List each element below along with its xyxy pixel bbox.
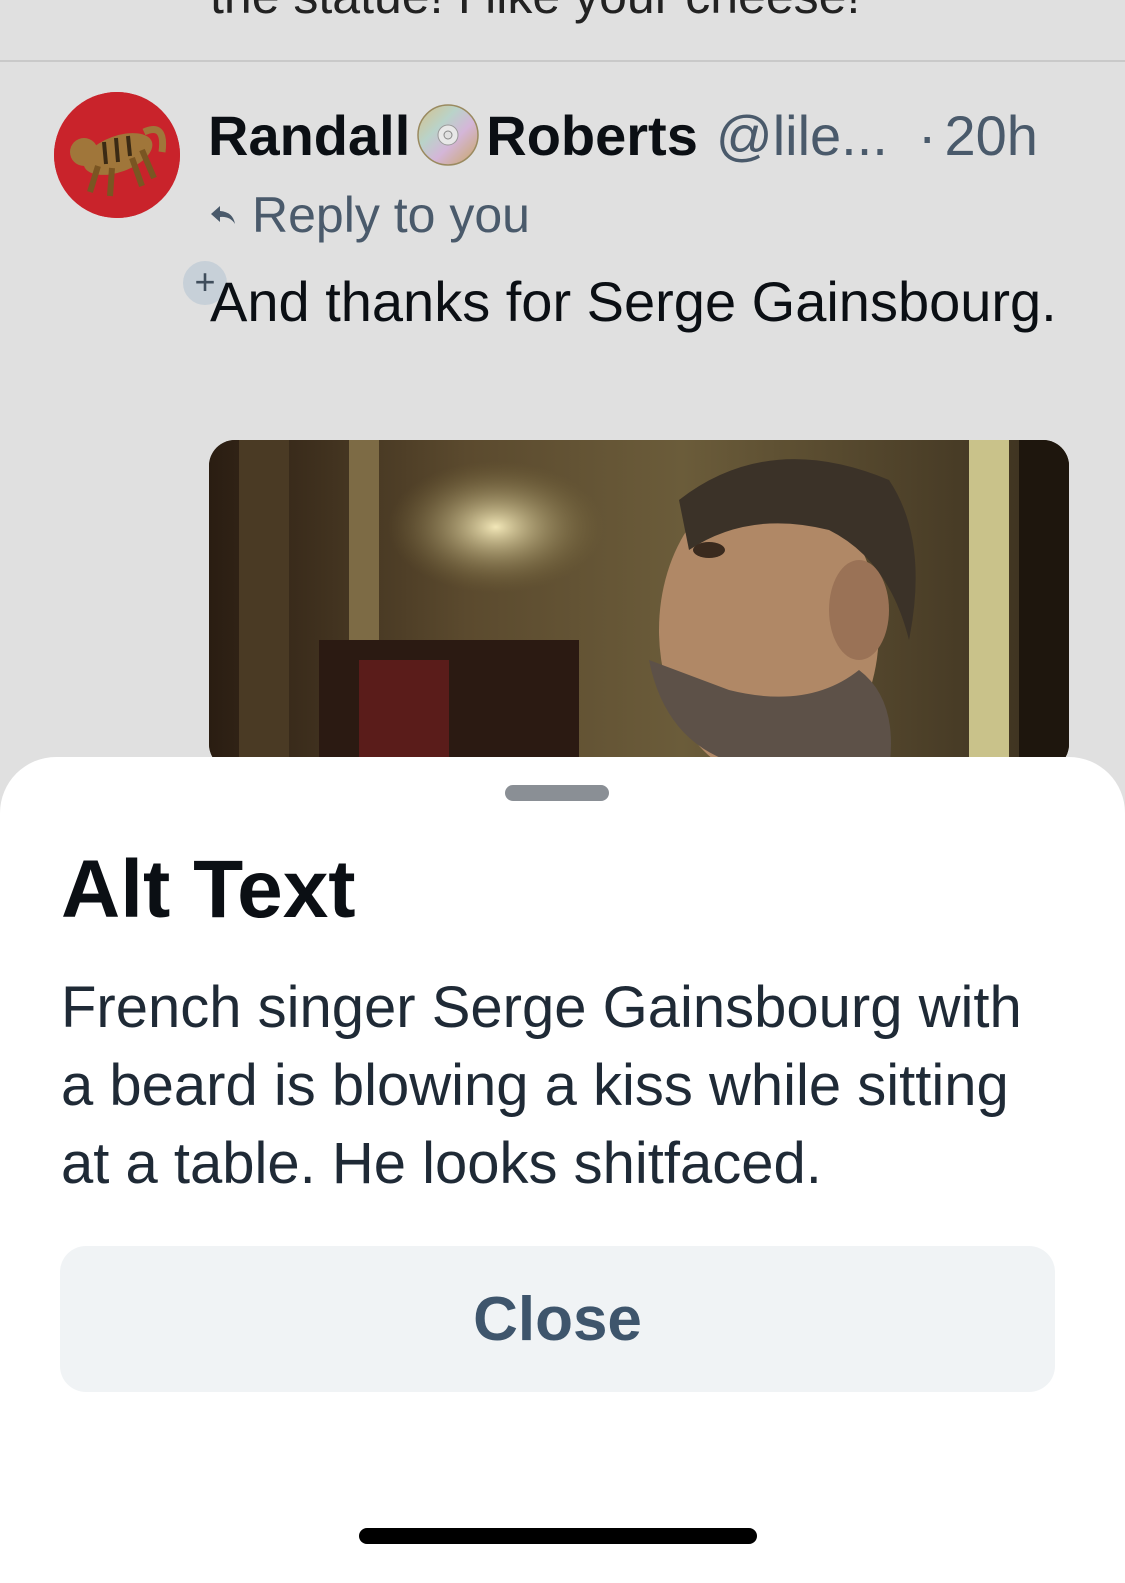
cd-disc-icon	[416, 103, 480, 167]
avatar[interactable]: +	[54, 92, 230, 308]
home-indicator[interactable]	[359, 1528, 757, 1544]
sheet-drag-handle[interactable]	[505, 785, 609, 801]
previous-post-text: the statue! I like your cheese!	[210, 0, 1110, 26]
close-button[interactable]: Close	[60, 1246, 1055, 1392]
alt-text-sheet: Alt Text French singer Serge Gainsbourg …	[0, 757, 1125, 1583]
alt-text-description: French singer Serge Gainsbourg with a be…	[61, 975, 1022, 1196]
separator-dot: ·	[917, 103, 937, 167]
post-text: And thanks for Serge Gainsbourg.	[210, 270, 1057, 333]
reply-label: Reply to you	[252, 187, 530, 243]
reply-indicator: Reply to you	[208, 183, 530, 247]
post-timestamp: 20h	[944, 103, 1038, 167]
tabby-cat-avatar-icon	[54, 92, 180, 218]
display-name-first[interactable]: Randall	[208, 103, 410, 168]
reply-arrow-icon	[211, 206, 235, 224]
post-header: Randall Roberts @lile... · 20h	[208, 100, 1088, 170]
user-handle[interactable]: @lile...	[716, 103, 888, 168]
post-image[interactable]	[209, 440, 1069, 770]
sheet-title: Alt Text	[61, 844, 356, 935]
post-divider	[0, 60, 1125, 62]
display-name-last[interactable]: Roberts	[486, 103, 698, 168]
